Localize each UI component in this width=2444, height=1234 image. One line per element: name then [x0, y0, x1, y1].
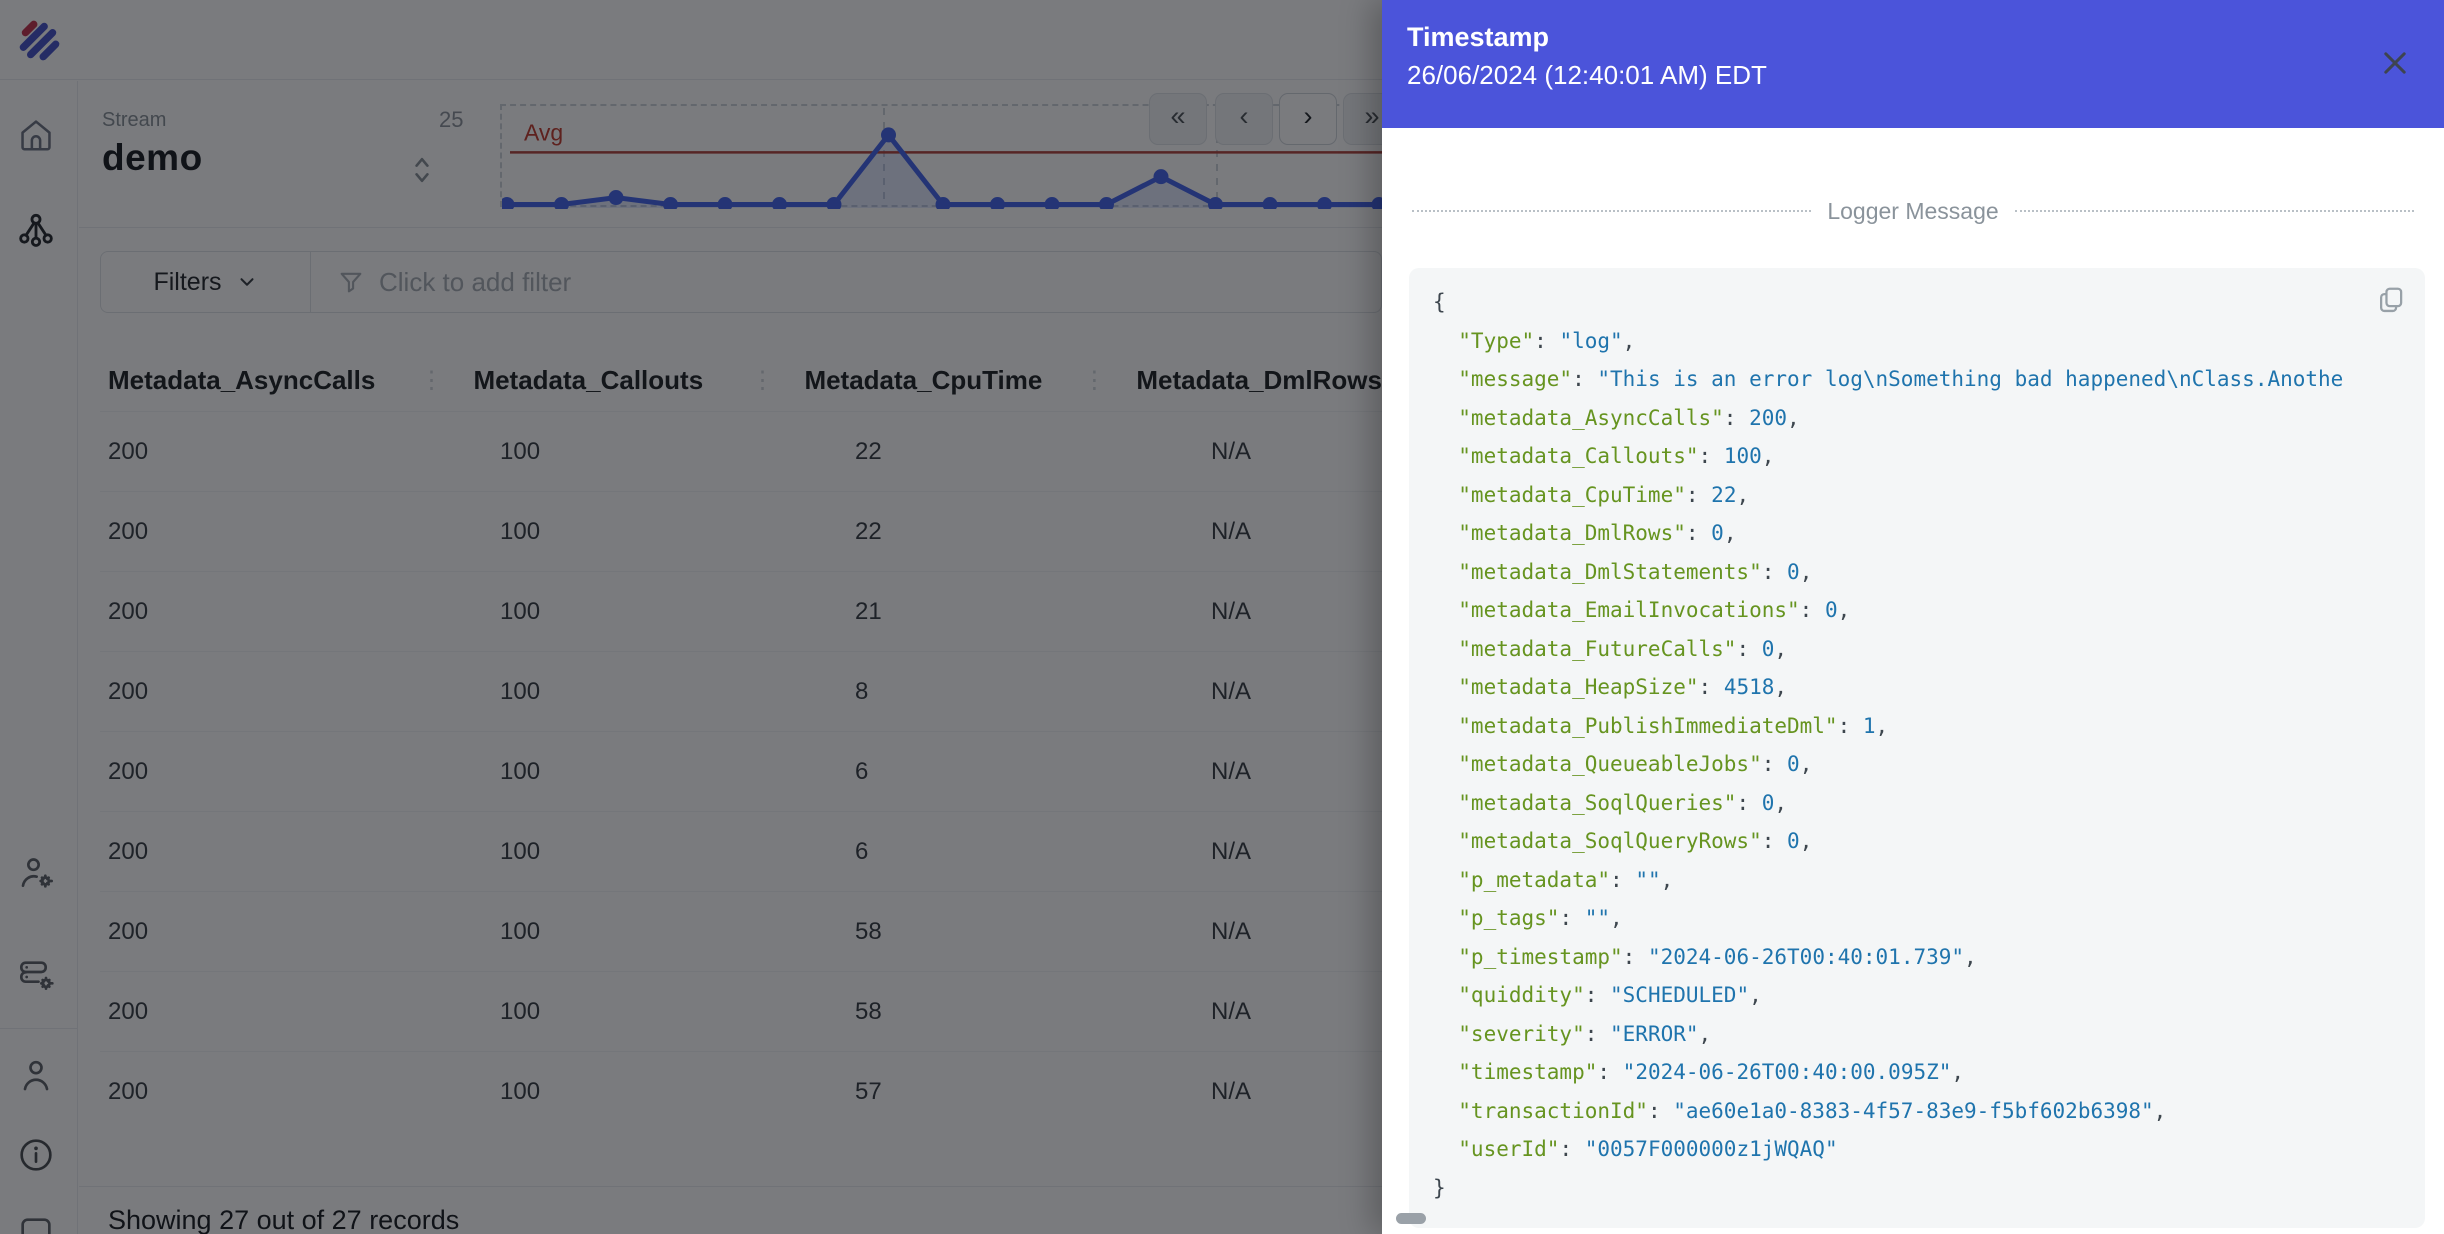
log-detail-drawer: Timestamp 26/06/2024 (12:40:01 AM) EDT L… — [1382, 0, 2444, 1234]
logger-message-code-block: { "Type": "log", "message": "This is an … — [1409, 268, 2425, 1228]
logger-message-label: Logger Message — [1827, 197, 1999, 224]
horizontal-scrollbar-thumb[interactable] — [1396, 1213, 1426, 1224]
drawer-title: Timestamp — [1407, 22, 1550, 52]
drawer-timestamp-value: 26/06/2024 (12:40:01 AM) EDT — [1407, 60, 1767, 90]
logger-message-json: { "Type": "log", "message": "This is an … — [1433, 290, 2344, 1200]
logger-message-divider: Logger Message — [1412, 196, 2414, 226]
close-icon[interactable] — [2376, 44, 2414, 82]
modal-dim-overlay[interactable] — [0, 0, 1382, 1234]
drawer-header: Timestamp 26/06/2024 (12:40:01 AM) EDT — [1382, 0, 2444, 128]
app-root: Stream demo 25 Avg Filters Click to — [0, 0, 2444, 1234]
copy-icon[interactable] — [2375, 284, 2407, 316]
